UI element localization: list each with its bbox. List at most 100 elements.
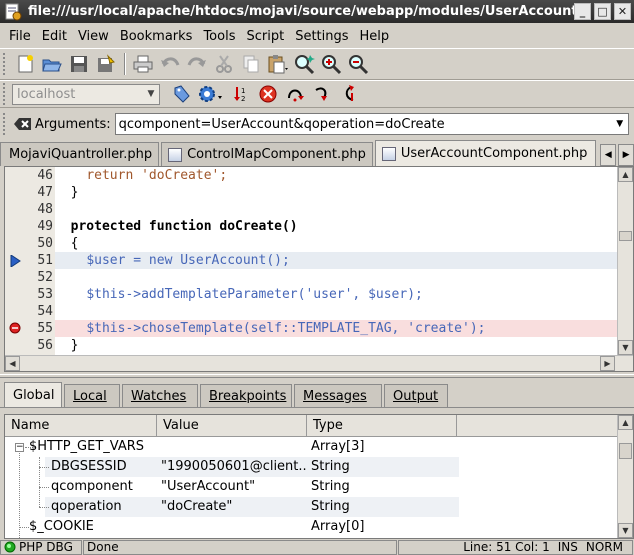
open-folder-icon[interactable] — [39, 52, 65, 76]
tab-label: Breakpoints — [209, 388, 287, 404]
tab-scroll-right-icon[interactable]: ▶ — [618, 144, 634, 166]
table-row[interactable]: − $HTTP_GET_VARS Array[3] — [5, 437, 617, 457]
code-area[interactable]: return 'doCreate'; } protected function … — [55, 167, 617, 355]
code-line[interactable] — [55, 201, 617, 218]
table-row[interactable]: $_COOKIE Array[0] — [5, 517, 617, 537]
pane-splitter[interactable] — [0, 374, 634, 378]
step-sort-icon[interactable]: 12 — [228, 82, 254, 106]
paste-icon[interactable] — [265, 52, 291, 76]
column-header-type[interactable]: Type — [307, 415, 457, 437]
table-row[interactable]: qcomponent "UserAccount" String — [5, 477, 617, 497]
zoom-out-icon[interactable] — [346, 52, 372, 76]
column-header-value[interactable]: Value — [157, 415, 307, 437]
menu-help[interactable]: Help — [355, 29, 395, 44]
breakpoint-code-line[interactable]: $this->choseTemplate(self::TEMPLATE_TAG,… — [55, 320, 617, 337]
code-line[interactable]: } — [55, 184, 617, 201]
menu-tools[interactable]: Tools — [198, 29, 240, 44]
var-type: String — [311, 479, 350, 494]
tab-watches[interactable]: Watches — [122, 384, 198, 407]
column-header-name[interactable]: Name — [5, 415, 157, 437]
tab-control-map-component[interactable]: ControlMapComponent.php — [161, 142, 373, 166]
step-over-icon[interactable] — [282, 82, 308, 106]
tab-global[interactable]: Global — [4, 382, 62, 407]
zoom-in-icon[interactable] — [319, 52, 345, 76]
close-window-button[interactable]: ✕ — [614, 3, 631, 20]
scroll-up-icon[interactable]: ▲ — [618, 415, 633, 430]
chevron-down-icon[interactable]: ▼ — [143, 85, 159, 104]
status-bar: PHP DBG Done Line: 51 Col: 1 INS NORM — [0, 539, 634, 555]
arguments-input[interactable]: qcomponent=UserAccount&qoperation=doCrea… — [114, 113, 629, 135]
line-number: 56 — [37, 338, 53, 353]
tab-breakpoints[interactable]: Breakpoints — [200, 384, 292, 407]
tab-label: ControlMapComponent.php — [187, 147, 366, 162]
find-icon[interactable] — [292, 52, 318, 76]
step-into-icon[interactable] — [309, 82, 335, 106]
code-line[interactable]: return 'doCreate'; — [55, 167, 617, 184]
new-file-icon[interactable] — [12, 52, 38, 76]
undo-icon[interactable] — [157, 52, 183, 76]
code-line[interactable] — [55, 269, 617, 286]
tab-label: MojaviQuantroller.php — [9, 147, 153, 162]
scroll-left-icon[interactable]: ◀ — [5, 356, 20, 371]
current-code-line[interactable]: $user = new UserAccount(); — [55, 252, 617, 269]
tab-scroll-left-icon[interactable]: ◀ — [600, 144, 617, 166]
menu-file[interactable]: File — [4, 29, 36, 44]
scroll-thumb[interactable] — [619, 443, 632, 459]
code-line[interactable]: { — [55, 235, 617, 252]
tab-mojavi-quantroller[interactable]: MojaviQuantroller.php — [0, 142, 160, 166]
editor-horizontal-scrollbar[interactable]: ◀ ▶ — [5, 355, 633, 371]
stop-icon[interactable] — [255, 82, 281, 106]
code-line-text: $user = new UserAccount(); — [86, 253, 290, 268]
code-editor[interactable]: 46 47 48 49 50 51 52 53 54 55 56 return … — [4, 166, 634, 372]
tab-output[interactable]: Output — [384, 384, 448, 407]
line-gutter[interactable]: 46 47 48 49 50 51 52 53 54 55 56 — [5, 167, 55, 355]
breakpoint-icon[interactable] — [9, 322, 21, 334]
table-row[interactable]: DBGSESSID "1990050601@client... String — [5, 457, 617, 477]
toolbar-handle[interactable] — [3, 53, 9, 75]
edit-mode: NORM — [585, 540, 623, 554]
clear-args-icon[interactable] — [12, 112, 34, 136]
print-icon[interactable] — [130, 52, 156, 76]
collapse-icon[interactable]: − — [15, 443, 24, 452]
toolbar-handle[interactable] — [3, 113, 9, 135]
host-value: localhost — [17, 86, 76, 102]
host-combo[interactable]: localhost ▼ — [12, 83, 160, 105]
tab-messages[interactable]: Messages — [294, 384, 382, 407]
save-as-icon[interactable] — [93, 52, 119, 76]
code-line[interactable]: $this->addTemplateParameter('user', $use… — [55, 286, 617, 303]
svg-text:2: 2 — [241, 95, 245, 103]
toolbar-handle[interactable] — [3, 83, 9, 105]
scroll-down-icon[interactable]: ▼ — [618, 523, 633, 538]
code-line[interactable]: } — [55, 337, 617, 354]
code-line-text: } — [70, 185, 79, 200]
var-type: Array[0] — [311, 519, 365, 534]
copy-icon[interactable] — [238, 52, 264, 76]
cursor-position-panel: Line: 51 Col: 1 INS NORM — [398, 539, 633, 555]
bookmark-icon[interactable] — [168, 82, 194, 106]
code-line[interactable]: protected function doCreate() — [55, 218, 617, 235]
scroll-right-icon[interactable]: ▶ — [600, 356, 615, 371]
scroll-down-icon[interactable]: ▼ — [618, 340, 633, 355]
chevron-down-icon[interactable]: ▼ — [612, 114, 628, 134]
menu-bookmarks[interactable]: Bookmarks — [115, 29, 198, 44]
menu-edit[interactable]: Edit — [37, 29, 72, 44]
tab-user-account-component[interactable]: UserAccountComponent.php — [374, 140, 597, 166]
variables-table[interactable]: Name Value Type − $HTTP_GET_VARS Array[3… — [4, 414, 634, 539]
maximize-button[interactable]: □ — [594, 3, 611, 20]
menu-settings[interactable]: Settings — [290, 29, 353, 44]
variables-vertical-scrollbar[interactable]: ▲ ▼ — [617, 415, 633, 538]
cut-icon[interactable] — [211, 52, 237, 76]
menu-script[interactable]: Script — [241, 29, 289, 44]
code-line[interactable] — [55, 303, 617, 320]
step-out-icon[interactable] — [336, 82, 362, 106]
settings-gear-icon[interactable] — [195, 82, 227, 106]
tab-local[interactable]: Local — [64, 384, 120, 407]
scroll-up-icon[interactable]: ▲ — [618, 167, 633, 182]
table-row[interactable]: qoperation "doCreate" String — [5, 497, 617, 517]
scroll-thumb[interactable] — [619, 231, 632, 241]
editor-vertical-scrollbar[interactable]: ▲ ▼ — [617, 167, 633, 355]
save-icon[interactable] — [66, 52, 92, 76]
menu-view[interactable]: View — [73, 29, 114, 44]
redo-icon[interactable] — [184, 52, 210, 76]
minimize-button[interactable]: _ — [574, 3, 591, 20]
